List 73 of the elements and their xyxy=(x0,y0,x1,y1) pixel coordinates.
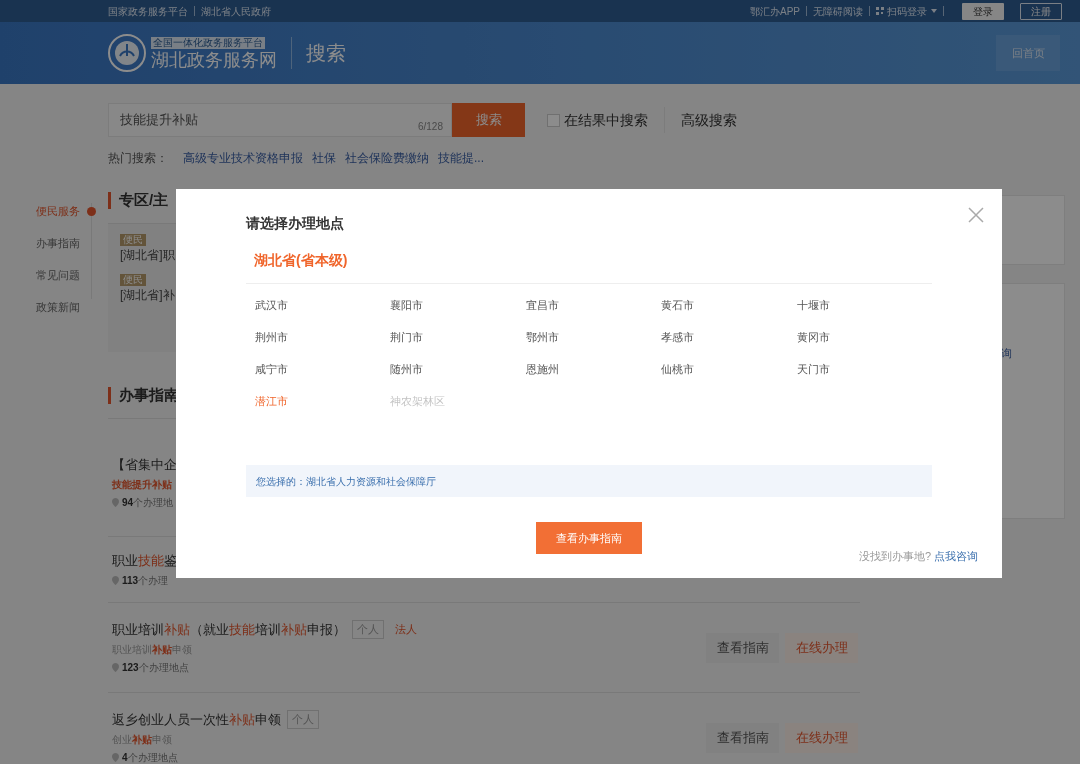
location-count: 94个办理地 xyxy=(122,496,174,511)
checkbox-label: 在结果中搜索 xyxy=(564,110,648,130)
help-text: 没找到办事地? xyxy=(858,549,931,564)
view-guide-button[interactable]: 查看指南 xyxy=(706,632,779,663)
checkbox[interactable] xyxy=(547,113,560,127)
zone-link[interactable]: [湖北省]职 xyxy=(120,246,175,264)
city-option[interactable]: 十堰市 xyxy=(796,298,932,313)
search-field[interactable]: 技能提升补贴 6/128 xyxy=(108,103,452,137)
scan-login-link[interactable]: 扫码登录 xyxy=(887,3,927,19)
tag: 法人 xyxy=(390,620,422,639)
guide-title[interactable]: 职业技能鉴 xyxy=(112,550,177,571)
tag: 便民 xyxy=(120,234,146,246)
guide-title[interactable]: 【省集中企 xyxy=(112,454,177,475)
city-option[interactable]: 黄冈市 xyxy=(796,330,932,345)
guide-subtitle: 技能提升补贴 xyxy=(112,478,172,493)
location-pin-icon xyxy=(112,663,119,673)
online-handle-button[interactable]: 在线办理 xyxy=(785,722,858,753)
dialog-title: 请选择办理地点 xyxy=(246,214,345,233)
logo-tagline: 全国一体化政务服务平台 xyxy=(151,37,265,49)
hot-search-link[interactable]: 社保 xyxy=(312,149,336,167)
selection-label: 您选择的： xyxy=(256,474,306,489)
location-pin-icon xyxy=(112,498,119,508)
hot-search-link[interactable]: 技能提... xyxy=(438,149,484,167)
location-pin-icon xyxy=(112,753,119,763)
view-guide-button[interactable]: 查看办事指南 xyxy=(536,522,642,554)
guide-title[interactable]: 职业培训补贴（就业技能培训补贴申报） xyxy=(112,619,346,640)
logo-title: 湖北政务服务网 xyxy=(151,51,277,69)
side-nav-item[interactable]: 办事指南 xyxy=(36,234,80,252)
city-option[interactable]: 潜江市 xyxy=(255,394,391,409)
page-title: 搜索 xyxy=(306,41,346,66)
city-option[interactable]: 襄阳市 xyxy=(390,298,526,313)
top-link[interactable]: 无障碍阅读 xyxy=(813,3,863,19)
city-option[interactable]: 咸宁市 xyxy=(255,362,391,377)
selection-value: 湖北省人力资源和社会保障厅 xyxy=(306,474,436,489)
side-nav-item[interactable]: 常见问题 xyxy=(36,266,80,284)
advanced-search-link[interactable]: 高级搜索 xyxy=(681,109,737,131)
hot-search-link[interactable]: 高级专业技术资格申报 xyxy=(183,149,303,167)
consult-link[interactable]: 点我咨询 xyxy=(934,548,978,565)
city-option[interactable]: 天门市 xyxy=(796,362,932,377)
side-nav-item[interactable]: 政策新闻 xyxy=(36,298,80,316)
location-pin-icon xyxy=(112,576,119,586)
caret-icon xyxy=(931,9,937,13)
city-option[interactable]: 鄂州市 xyxy=(525,330,662,345)
register-button[interactable]: 注册 xyxy=(1020,2,1062,20)
city-option[interactable]: 荆州市 xyxy=(255,330,391,345)
hot-search-link[interactable]: 社会保险费缴纳 xyxy=(345,149,429,167)
top-link[interactable]: 鄂汇办APP xyxy=(750,3,800,19)
hot-search-label: 热门搜索： xyxy=(108,150,168,167)
top-link[interactable]: 湖北省人民政府 xyxy=(201,3,271,19)
search-button[interactable]: 搜索 xyxy=(452,103,525,137)
tag: 便民 xyxy=(120,274,146,286)
city-option[interactable]: 宜昌市 xyxy=(525,298,662,313)
province-option[interactable]: 湖北省(省本级) xyxy=(254,250,932,271)
emblem-logo-icon xyxy=(108,34,146,72)
zone-link[interactable]: [湖北省]补 xyxy=(120,286,175,304)
login-button[interactable]: 登录 xyxy=(962,2,1004,20)
close-button[interactable] xyxy=(968,207,984,223)
city-option[interactable]: 随州市 xyxy=(390,362,526,377)
view-guide-button[interactable]: 查看指南 xyxy=(706,722,779,753)
city-option[interactable]: 黄石市 xyxy=(661,298,797,313)
qr-code-icon xyxy=(876,7,884,15)
city-option[interactable]: 荆门市 xyxy=(390,330,526,345)
city-option[interactable]: 孝感市 xyxy=(661,330,797,345)
online-handle-button[interactable]: 在线办理 xyxy=(785,632,858,663)
city-option[interactable]: 仙桃市 xyxy=(661,362,797,377)
character-counter: 6/128 xyxy=(417,120,443,134)
side-nav-item[interactable]: 便民服务 xyxy=(36,202,80,220)
section-title: 专区/主 xyxy=(119,189,169,210)
location-count: 113个办理 xyxy=(122,574,169,589)
consult-link[interactable]: 询 xyxy=(1001,347,1012,359)
city-option[interactable]: 武汉市 xyxy=(255,298,391,313)
city-option[interactable]: 恩施州 xyxy=(525,362,662,377)
top-link[interactable]: 国家政务服务平台 xyxy=(108,3,188,19)
